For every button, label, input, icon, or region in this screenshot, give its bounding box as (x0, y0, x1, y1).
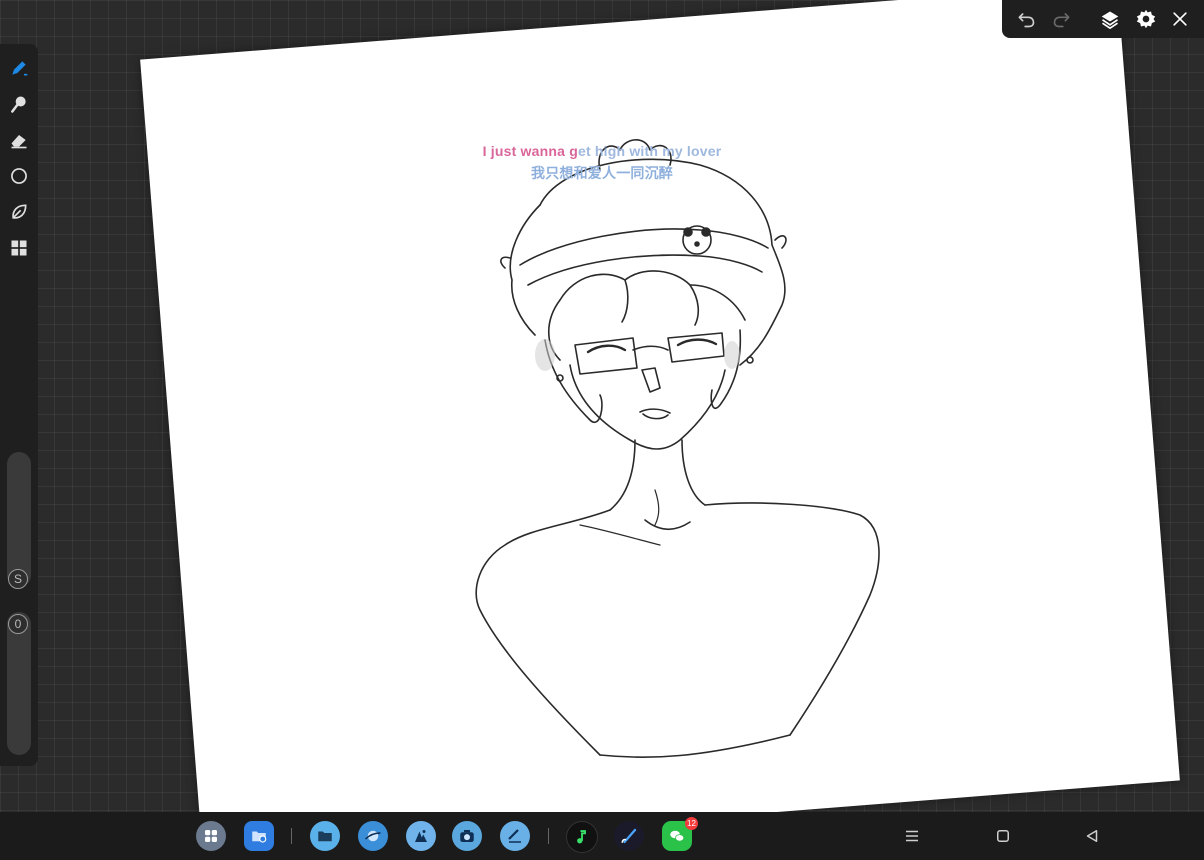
camera-icon (460, 830, 474, 842)
wechat-notification-badge: 12 (685, 817, 698, 830)
brush-size-label: S (8, 569, 28, 589)
gear-icon (1136, 9, 1156, 29)
app-paint[interactable] (614, 821, 644, 851)
app-grid-button[interactable] (196, 821, 226, 851)
brush-tool[interactable] (5, 54, 33, 82)
sketch-drawing (475, 139, 880, 759)
apps-grid-icon (205, 830, 217, 842)
settings-button[interactable] (1132, 5, 1160, 33)
app-file-manager[interactable] (310, 821, 340, 851)
left-toolbar: S 0 (0, 44, 38, 766)
wechat-icon (670, 830, 685, 842)
undo-button[interactable] (1012, 5, 1040, 33)
back-triangle-icon (1086, 830, 1098, 842)
close-icon (1173, 12, 1187, 26)
system-dock: 12 (0, 812, 1204, 860)
eraser-icon (11, 135, 27, 149)
close-button[interactable] (1166, 5, 1194, 33)
lyric-line-english: I just wanna get high with my lover (0, 143, 1204, 159)
smudge-icon (11, 96, 26, 113)
undo-icon (1018, 13, 1035, 28)
eraser-tool[interactable] (5, 126, 33, 154)
gallery-icon (415, 830, 427, 842)
app-gallery[interactable] (406, 821, 436, 851)
brush-size-slider[interactable] (7, 452, 31, 587)
app-files[interactable] (244, 821, 274, 851)
dock-divider (291, 828, 292, 844)
lasso-icon (12, 204, 27, 219)
adjust-tool[interactable] (5, 234, 33, 262)
brush-opacity-label: 0 (8, 614, 28, 634)
shape-tool[interactable] (5, 162, 33, 190)
folder-clock-icon (252, 831, 267, 843)
redo-button[interactable] (1048, 5, 1076, 33)
circle-icon (11, 168, 27, 184)
app-wechat[interactable]: 12 (662, 817, 698, 851)
paintbrush-icon (621, 828, 637, 844)
canvas-area[interactable]: I just wanna get high with my lover 我只想和… (0, 0, 1204, 812)
app-notes[interactable] (500, 821, 530, 851)
app-camera[interactable] (452, 821, 482, 851)
lyric-line-chinese: 我只想和爱人一同沉醉 (531, 165, 673, 181)
menu-icon (906, 830, 918, 842)
recent-apps-button[interactable] (900, 824, 924, 848)
lasso-tool[interactable] (5, 198, 33, 226)
smudge-tool[interactable] (5, 90, 33, 118)
top-toolbar (1002, 0, 1204, 38)
pen-icon (12, 61, 28, 76)
notes-pen-icon (508, 829, 521, 843)
home-button[interactable] (991, 824, 1015, 848)
redo-icon (1053, 13, 1070, 28)
app-music[interactable] (566, 821, 598, 853)
browser-planet-icon (364, 830, 381, 842)
home-square-icon (997, 830, 1009, 842)
back-button[interactable] (1080, 824, 1104, 848)
grid-icon (11, 240, 27, 256)
lyric-part-upcoming: et high with my lover (577, 143, 722, 159)
dock-divider (548, 828, 549, 844)
lyric-part-sung: I just wanna g (482, 143, 578, 159)
layers-button[interactable] (1096, 5, 1124, 33)
folder-icon (318, 831, 332, 842)
music-note-icon (577, 830, 586, 844)
app-browser[interactable] (358, 821, 388, 851)
layers-icon (1101, 11, 1119, 29)
